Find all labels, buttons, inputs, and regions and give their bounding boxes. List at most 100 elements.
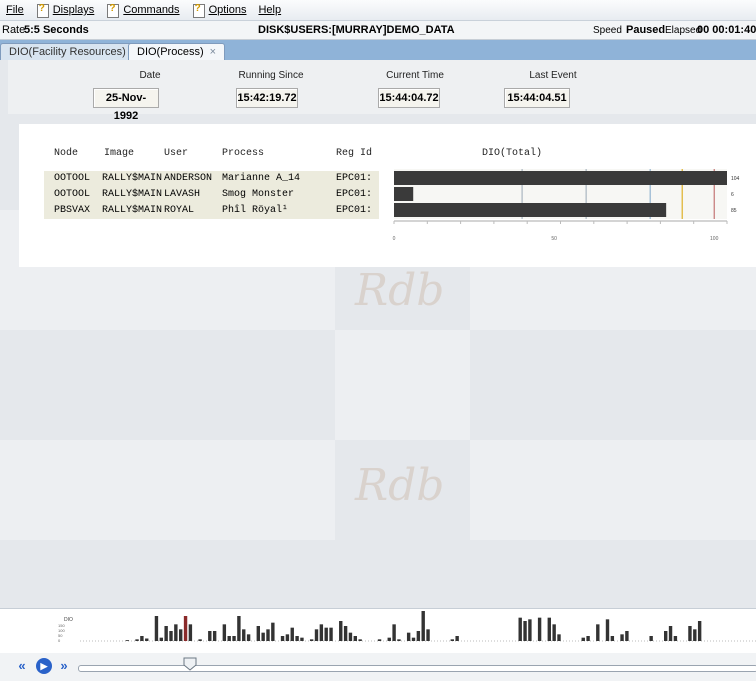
- table-row[interactable]: PBSVAX RALLY$MAIN ROYAL Phîl Röyal¹ EPC0…: [19, 203, 379, 219]
- history-bar: [183, 616, 188, 641]
- table-row[interactable]: OOTOOL RALLY$MAIN LAVASH Smog Monster EP…: [19, 187, 379, 203]
- history-bar: [392, 624, 396, 641]
- history-bar: [664, 631, 668, 641]
- history-bar: [300, 637, 304, 641]
- history-axis-label: DIO: [64, 617, 73, 623]
- document-question-icon: ?: [106, 3, 120, 18]
- play-icon[interactable]: ▶: [36, 658, 52, 674]
- close-tab-icon[interactable]: ×: [210, 46, 216, 58]
- history-bar: [397, 639, 401, 641]
- history-bar: [620, 634, 624, 641]
- last-event-label: Last Event: [529, 70, 577, 81]
- history-bar: [518, 617, 522, 641]
- rewind-icon[interactable]: «: [14, 658, 30, 674]
- menu-help[interactable]: Help: [258, 1, 281, 19]
- menu-bar: File ? Displays ? Commands ? Options Hel…: [0, 0, 756, 21]
- bar-value-label: 85: [731, 208, 737, 214]
- history-bar: [353, 636, 357, 641]
- timeline-slider[interactable]: [78, 665, 756, 672]
- cell-user: LAVASH: [164, 189, 201, 200]
- history-bar: [198, 639, 202, 641]
- cell-user: ROYAL: [164, 205, 195, 216]
- history-bar: [387, 637, 391, 641]
- history-bar: [673, 636, 678, 641]
- history-bar: [227, 636, 231, 641]
- menu-file[interactable]: File: [6, 1, 24, 19]
- rdb-watermark: Rdb: [355, 265, 445, 316]
- history-bar: [285, 634, 290, 641]
- history-bar: [339, 621, 343, 641]
- menu-options[interactable]: ? Options: [192, 1, 246, 19]
- timeline-slider-thumb[interactable]: [182, 656, 198, 672]
- menu-commands-label: Commands: [123, 4, 180, 16]
- history-bar: [348, 632, 353, 641]
- tab-process[interactable]: DIO(Process) ×: [128, 43, 226, 61]
- history-bar: [537, 617, 542, 641]
- playback-controls: « ▶ »: [0, 653, 756, 681]
- column-header-dio-total: DIO(Total): [482, 148, 543, 159]
- history-bar: [416, 631, 421, 641]
- history-bar: [242, 629, 246, 641]
- history-bar: [237, 616, 241, 641]
- cell-reg-id: EPC01:: [336, 189, 373, 200]
- history-bar: [188, 624, 193, 641]
- background-tile: [335, 330, 470, 440]
- history-bar: [309, 639, 314, 641]
- running-since-value: 15:42:19.72: [236, 88, 298, 108]
- history-bar: [552, 624, 556, 641]
- history-bar: [668, 626, 673, 641]
- history-bar: [605, 619, 610, 641]
- rdb-watermark: Rdb: [355, 460, 445, 511]
- column-header-image: Image: [104, 148, 135, 159]
- date-value: 25-Nov-1992: [93, 88, 159, 122]
- history-bar: [523, 621, 527, 641]
- dio-bar: [394, 203, 667, 217]
- cell-reg-id: EPC01:: [336, 173, 373, 184]
- history-bar: [421, 611, 425, 641]
- history-bar: [232, 636, 236, 641]
- history-bar: [426, 629, 430, 641]
- menu-help-label: Help: [258, 4, 282, 16]
- history-bar: [581, 637, 585, 641]
- process-panel: Node Image User Process Reg Id DIO(Total…: [19, 124, 756, 267]
- menu-displays[interactable]: ? Displays: [36, 1, 94, 19]
- history-bar: [174, 624, 178, 641]
- tab-facility-resources-label: DIO(Facility Resources): [9, 46, 126, 58]
- history-bar: [343, 626, 348, 641]
- history-bar: [557, 634, 561, 641]
- speed-label: Speed: [593, 25, 622, 36]
- history-bar: [169, 631, 173, 641]
- playback-state: Paused: [626, 24, 666, 36]
- history-bar: [688, 626, 692, 641]
- status-bar: Rate 5:5 Seconds DISK$USERS:[MURRAY]DEMO…: [0, 21, 756, 40]
- history-bar: [179, 629, 183, 641]
- history-bar: [290, 627, 294, 641]
- cell-process: Phîl Röyal¹: [222, 205, 289, 216]
- last-event-value: 15:44:04.51: [504, 88, 570, 108]
- table-row[interactable]: OOTOOL RALLY$MAIN ANDERSON Marianne A_14…: [19, 171, 379, 187]
- dio-bar: [394, 187, 414, 201]
- cell-user: ANDERSON: [164, 173, 213, 184]
- history-bar: [450, 639, 454, 641]
- bar-value-label: 6: [731, 192, 734, 198]
- column-header-process: Process: [222, 148, 265, 159]
- x-tick-label: 100: [710, 236, 719, 242]
- history-bar: [140, 636, 144, 641]
- history-panel: DIO 150 100 50 0 « ▶ »: [0, 608, 756, 684]
- history-bar: [358, 639, 362, 641]
- history-bar: [377, 639, 382, 641]
- history-bar: [246, 634, 251, 641]
- tab-strip: DIO(Facility Resources) DIO(Process) ×: [0, 40, 756, 61]
- running-since-label: Running Since: [238, 70, 304, 81]
- cell-node: OOTOOL: [54, 189, 91, 200]
- tab-facility-resources[interactable]: DIO(Facility Resources): [0, 43, 135, 61]
- history-bar: [693, 629, 697, 641]
- cell-image: RALLY$MAIN: [102, 189, 163, 200]
- menu-commands[interactable]: ? Commands: [106, 1, 180, 19]
- history-bar: [324, 627, 328, 641]
- fast-forward-icon[interactable]: »: [56, 658, 72, 674]
- history-bar: [547, 617, 551, 641]
- cell-process: Marianne A_14: [222, 173, 301, 184]
- history-bar: [586, 636, 590, 641]
- history-bar: [212, 631, 217, 641]
